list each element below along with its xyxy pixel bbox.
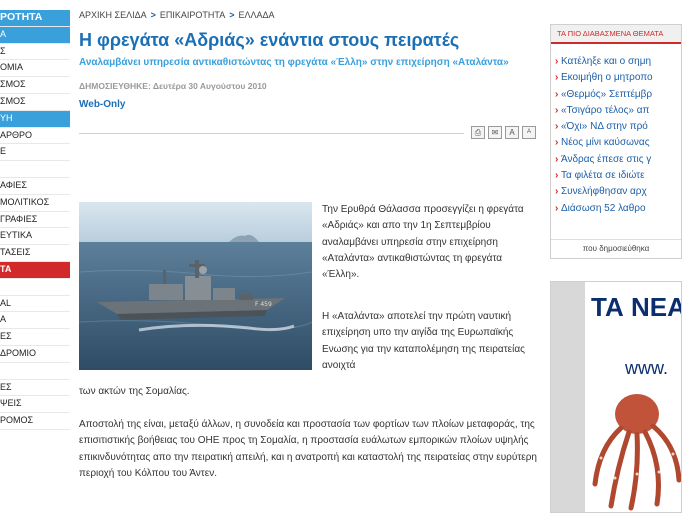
octopus-illustration: [585, 388, 681, 512]
article-tools-row: ⎙ ✉ A A: [79, 126, 541, 140]
left-nav-item[interactable]: [0, 363, 70, 380]
article-main: ΑΡΧΙΚΗ ΣΕΛΙΔΑ > ΕΠΙΚΑΙΡΟΤΗΤΑ > ΕΛΛΑΔΑ Η φρεγ…: [78, 10, 541, 479]
ad-url: www.: [625, 358, 669, 378]
breadcrumb: ΑΡΧΙΚΗ ΣΕΛΙΔΑ > ΕΠΙΚΑΙΡΟΤΗΤΑ > ΕΛΛΑΔΑ: [79, 10, 541, 24]
left-nav-item[interactable]: ΕΣ: [0, 329, 70, 346]
breadcrumb-sep: >: [229, 10, 235, 20]
left-nav-item[interactable]: ΕΣ: [0, 380, 70, 397]
svg-text:F 459: F 459: [255, 301, 272, 308]
paragraph-3: Αποστολή της είναι, μεταξύ άλλων, η συνο…: [79, 419, 537, 479]
left-nav: ΡΟΤΗΤΑ Α Σ ΟΜΙΑ ΣΜΟΣ ΣΜΟΣ ΥΗ ΑΡΘΡΟ Ε ΑΦΙΕΣ ΜΟΛΙΤΙ…: [0, 10, 70, 430]
left-nav-item[interactable]: AL: [0, 296, 70, 313]
most-read-item[interactable]: Συνελήφθησαν αρχ: [551, 184, 681, 200]
most-read-box: ΤΑ ΠΙΟ ΔΙΑΒΑΣΜΕΝΑ ΘΕΜΑΤΑ Κατέληξε και ο …: [550, 24, 682, 259]
paragraph-2-tail: των ακτών της Σομαλίας.: [79, 386, 190, 397]
left-nav-item[interactable]: Σ: [0, 44, 70, 61]
published-date: ΔΗΜΟΣΙΕΥΘΗΚΕ: Δευτέρα 30 Αυγούστου 2010: [79, 81, 267, 91]
most-read-list: Κατέληξε και ο σημηΕκοιμήθη ο μητροπο«Θε…: [551, 54, 681, 217]
left-nav-item[interactable]: ΑΡΘΡΟ: [0, 128, 70, 145]
breadcrumb-subsection[interactable]: ΕΛΛΑΔΑ: [238, 10, 274, 20]
most-read-item[interactable]: Τα φιλέτα σε ιδιώτε: [551, 168, 681, 184]
frigate-photo: F 459: [78, 202, 313, 370]
left-nav-item[interactable]: ΑΦΙΕΣ: [0, 178, 70, 195]
most-read-item[interactable]: Νέος μίνι καύσωνας: [551, 135, 681, 151]
left-nav-item[interactable]: ΓΡΑΦΙΕΣ: [0, 212, 70, 229]
breadcrumb-section[interactable]: ΕΠΙΚΑΙΡΟΤΗΤΑ: [160, 10, 225, 20]
paragraph-1: Την Ερυθρά Θάλασσα προσεγγίζει η φρεγάτα…: [322, 204, 524, 281]
breadcrumb-sep: >: [150, 10, 156, 20]
left-nav-item[interactable]: ΨΕΙΣ: [0, 396, 70, 414]
left-nav-item[interactable]: ΔΡΟΜΙΟ: [0, 346, 70, 363]
print-icon[interactable]: ⎙: [471, 126, 485, 139]
left-nav-item[interactable]: ΥΗ: [0, 110, 70, 128]
left-nav-item[interactable]: Ε: [0, 144, 70, 162]
ta-nea-ad[interactable]: ΤΑ ΝΕΑ www.: [550, 281, 682, 513]
email-icon[interactable]: ✉: [488, 126, 502, 139]
breadcrumb-home[interactable]: ΑΡΧΙΚΗ ΣΕΛΙΔΑ: [79, 10, 147, 20]
left-nav-item[interactable]: ΡΟΜΟΣ: [0, 413, 70, 430]
left-nav-header[interactable]: ΡΟΤΗΤΑ: [0, 10, 70, 27]
left-nav-item[interactable]: ΤΑΣΕΙΣ: [0, 245, 70, 262]
paragraph-2: Η «Αταλάντα» αποτελεί την πρώτη ναυτική …: [322, 311, 525, 371]
left-nav-item[interactable]: ΟΜΙΑ: [0, 60, 70, 78]
left-nav-item[interactable]: Α: [0, 26, 70, 44]
left-nav-item[interactable]: [0, 279, 70, 296]
left-nav-item[interactable]: [0, 161, 70, 178]
ad-title: ΤΑ ΝΕΑ: [591, 292, 682, 322]
right-sidebar: ΤΑ ΠΙΟ ΔΙΑΒΑΣΜΕΝΑ ΘΕΜΑΤΑ Κατέληξε και ο …: [550, 24, 682, 513]
left-nav-item[interactable]: ΕΥΤΙΚΑ: [0, 228, 70, 246]
most-read-item[interactable]: Κατέληξε και ο σημη: [551, 54, 681, 70]
font-decrease-icon[interactable]: A: [522, 126, 536, 139]
most-read-footer: που δημοσιεύθηκα: [551, 239, 681, 258]
left-nav-item[interactable]: ΣΜΟΣ: [0, 77, 70, 94]
article-subtitle: Αναλαμβάνει υπηρεσία αντικαθιστώντας τη …: [79, 57, 509, 68]
left-nav-item[interactable]: ΣΜΟΣ: [0, 94, 70, 111]
left-nav-list: Α Σ ΟΜΙΑ ΣΜΟΣ ΣΜΟΣ ΥΗ ΑΡΘΡΟ Ε ΑΦΙΕΣ ΜΟΛΙΤΙΚΟΣ ΓΡΑΦ…: [0, 26, 70, 430]
most-read-item[interactable]: Άνδρας έπεσε στις γ: [551, 152, 681, 168]
web-only-label: Web-Only: [79, 99, 126, 110]
most-read-item[interactable]: «Όχι» ΝΔ στην πρό: [551, 119, 681, 135]
divider: [79, 133, 464, 134]
article-title: Η φρεγάτα «Αδριάς» ενάντια στους πειρατέ…: [79, 30, 460, 50]
article-tools: ⎙ ✉ A A: [471, 126, 536, 139]
ad-side-bar: [551, 282, 585, 512]
left-nav-item[interactable]: ΤΑ: [0, 261, 70, 279]
left-nav-item[interactable]: Α: [0, 312, 70, 330]
most-read-item[interactable]: «Θερμός» Σεπτέμβρ: [551, 87, 681, 103]
most-read-title: ΤΑ ΠΙΟ ΔΙΑΒΑΣΜΕΝΑ ΘΕΜΑΤΑ: [551, 25, 681, 44]
most-read-item[interactable]: Εκοιμήθη ο μητροπο: [551, 70, 681, 86]
font-increase-icon[interactable]: A: [505, 126, 519, 139]
left-nav-item[interactable]: ΜΟΛΙΤΙΚΟΣ: [0, 195, 70, 212]
most-read-item[interactable]: Διάσωση 52 λαθρο: [551, 201, 681, 217]
most-read-item[interactable]: «Τσιγάρο τέλος» απ: [551, 103, 681, 119]
